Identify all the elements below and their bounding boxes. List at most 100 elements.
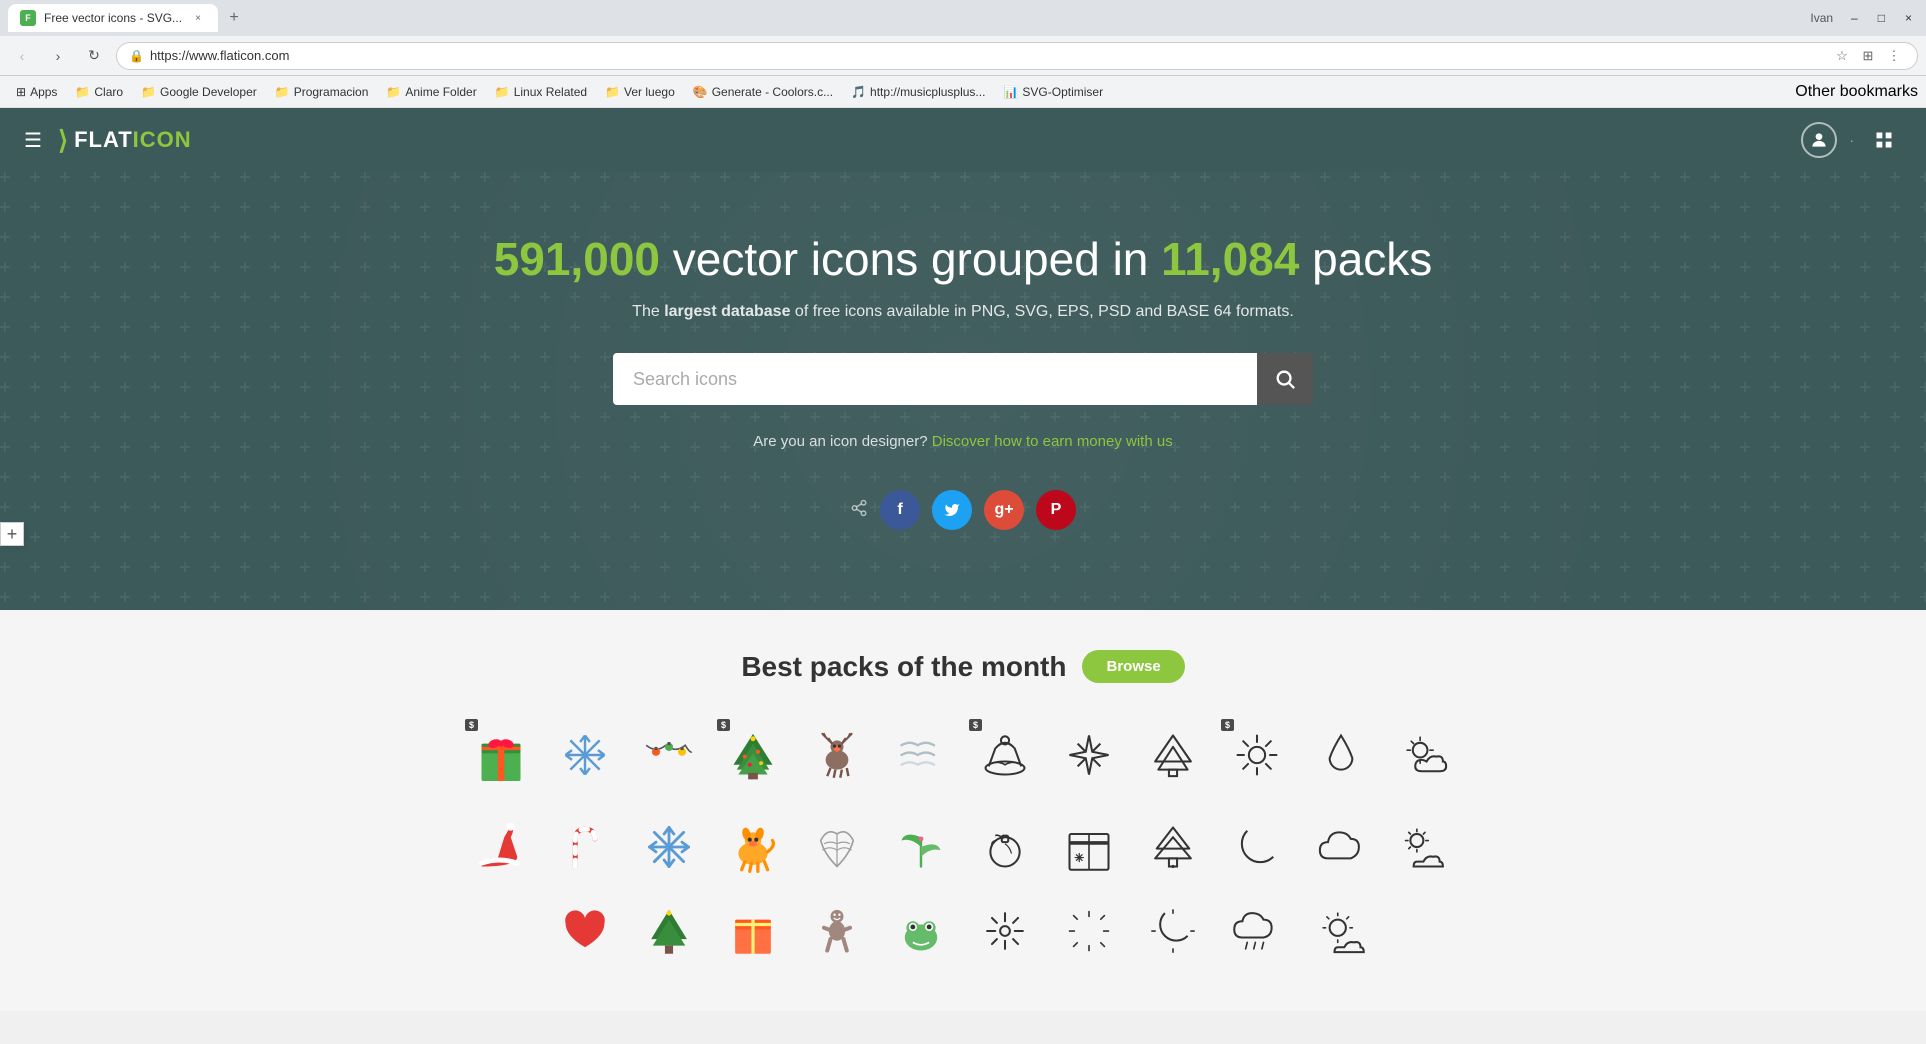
search-form (613, 353, 1313, 405)
icon-cell-lights[interactable] (629, 715, 709, 795)
icon-cell-sun-cloud[interactable] (1385, 807, 1465, 887)
icon-cell-present-flat[interactable] (713, 891, 793, 971)
icon-cell-candy-cane[interactable] (545, 807, 625, 887)
programacion-bookmark-icon: 📁 (275, 85, 290, 99)
browser-tab[interactable]: F Free vector icons - SVG... × (8, 4, 218, 32)
back-button[interactable]: ‹ (8, 42, 36, 70)
bookmark-apps[interactable]: ⊞ Apps (8, 82, 65, 102)
other-bookmarks[interactable]: Other bookmarks (1795, 83, 1918, 101)
bookmark-coolors[interactable]: 🎨 Generate - Coolors.c... (685, 82, 841, 102)
twitter-button[interactable] (932, 490, 972, 530)
bookmark-anime[interactable]: 📁 Anime Folder (378, 82, 484, 102)
bookmark-star-icon[interactable]: ☆ (1831, 45, 1853, 67)
icon-cell-reindeer[interactable] (797, 715, 877, 795)
nav-bar: ‹ › ↻ 🔒 https://www.flaticon.com ☆ ⊞ ⋮ (0, 36, 1926, 76)
coolors-bookmark-icon: 🎨 (693, 85, 708, 99)
float-add-button[interactable]: + (0, 522, 24, 546)
icon-count: 591,000 (494, 233, 660, 285)
icon-cell-snowflake[interactable] (545, 715, 625, 795)
icon-cell-partly-cloudy[interactable] (1385, 715, 1465, 795)
icon-cell-moon[interactable] (1217, 807, 1297, 887)
designer-link[interactable]: Discover how to earn money with us (932, 433, 1173, 450)
icon-cell-dog[interactable] (713, 807, 793, 887)
icon-grid: $ (313, 715, 1613, 799)
icon-cell-feather[interactable] (797, 807, 877, 887)
forward-button[interactable]: › (44, 42, 72, 70)
bookmark-claro-label: Claro (94, 85, 123, 99)
svg-optimiser-bookmark-icon: 📊 (1003, 85, 1018, 99)
icon-cell-pine[interactable] (1133, 715, 1213, 795)
icon-cell-frog[interactable] (881, 891, 961, 971)
icon-cell-cloud[interactable] (1301, 807, 1381, 887)
site-logo[interactable]: ⟩ FLATICON (58, 125, 192, 156)
icon-cell-sparkle[interactable] (965, 891, 1045, 971)
search-button[interactable] (1257, 353, 1313, 405)
icon-cell-crescent[interactable] (1133, 891, 1213, 971)
website: ☰ ⟩ FLATICON · (0, 108, 1926, 1011)
minimize-button[interactable]: – (1845, 9, 1864, 27)
icon-cell-gift[interactable]: $ (461, 715, 541, 795)
icon-cell-drop[interactable] (1301, 715, 1381, 795)
browse-button[interactable]: Browse (1082, 650, 1184, 683)
icon-cell-tree[interactable]: $ (713, 715, 793, 795)
extensions-icon[interactable]: ⊞ (1857, 45, 1879, 67)
icon-cell-snowflake-blue[interactable] (629, 807, 709, 887)
hero-title-text1: vector icons grouped in (660, 233, 1161, 285)
bookmark-musicplus[interactable]: 🎵 http://musicplusplus... (843, 82, 993, 102)
icon-cell-snow-hat[interactable]: $ (965, 715, 1045, 795)
menu-icon[interactable]: ⋮ (1883, 45, 1905, 67)
new-tab-button[interactable]: + (222, 6, 246, 30)
icon-cell-plant[interactable] (881, 807, 961, 887)
pack-badge-4: $ (1221, 719, 1234, 731)
icon-cell-ornament[interactable] (965, 807, 1045, 887)
icon-pack-row-3: $ (1217, 715, 1465, 795)
address-actions: ☆ ⊞ ⋮ (1831, 45, 1905, 67)
facebook-button[interactable]: f (880, 490, 920, 530)
icon-grid-row3 (313, 891, 1613, 971)
header-right: · (1801, 122, 1902, 158)
icon-cell-cloud-rain[interactable] (1217, 891, 1297, 971)
icon-cell-sun[interactable]: $ (1217, 715, 1297, 795)
secure-icon: 🔒 (129, 49, 144, 63)
icon-cell-tree-flat[interactable] (629, 891, 709, 971)
bookmark-linux[interactable]: 📁 Linux Related (487, 82, 595, 102)
icon-cell-santa-hat[interactable] (461, 807, 541, 887)
bookmark-musicplus-label: http://musicplusplus... (870, 85, 985, 99)
bookmark-programacion[interactable]: 📁 Programacion (267, 82, 377, 102)
search-input[interactable] (613, 353, 1257, 405)
icon-cell-heart[interactable] (545, 891, 625, 971)
icon-cell-pine-outline[interactable] (1133, 807, 1213, 887)
tab-close-icon[interactable]: × (190, 10, 206, 26)
bookmark-ver-luego[interactable]: 📁 Ver luego (597, 82, 683, 102)
hero-section: 591,000 vector icons grouped in 11,084 p… (0, 172, 1926, 610)
icon-cell-gift-outline[interactable] (1049, 807, 1129, 887)
bookmark-svg-optimiser-label: SVG-Optimiser (1022, 85, 1103, 99)
maximize-button[interactable]: □ (1872, 9, 1891, 27)
user-account-button[interactable] (1801, 122, 1837, 158)
icon-cell-gingerbread[interactable] (797, 891, 877, 971)
window-controls: Ivan – □ × (1810, 9, 1918, 27)
hamburger-menu-button[interactable]: ☰ (24, 128, 42, 153)
anime-bookmark-icon: 📁 (386, 85, 401, 99)
grid-view-button[interactable] (1866, 122, 1902, 158)
other-bookmarks-label: Other bookmarks (1795, 83, 1918, 100)
pinterest-button[interactable]: P (1036, 490, 1076, 530)
close-button[interactable]: × (1899, 9, 1918, 27)
icon-cell-star-outline[interactable] (1049, 891, 1129, 971)
social-bar: f g+ P (20, 490, 1906, 530)
icon-cell-sun-outline[interactable] (1301, 891, 1381, 971)
bookmark-google-dev[interactable]: 📁 Google Developer (133, 82, 265, 102)
hero-title-text2: packs (1299, 233, 1432, 285)
site-header: ☰ ⟩ FLATICON · (0, 108, 1926, 172)
bookmark-svg-optimiser[interactable]: 📊 SVG-Optimiser (995, 82, 1111, 102)
icon-cell-star[interactable] (1049, 715, 1129, 795)
google-plus-button[interactable]: g+ (984, 490, 1024, 530)
address-bar[interactable]: 🔒 https://www.flaticon.com ☆ ⊞ ⋮ (116, 42, 1918, 70)
musicplus-bookmark-icon: 🎵 (851, 85, 866, 99)
section-header: Best packs of the month Browse (20, 650, 1906, 683)
pack-badge-2: $ (717, 719, 730, 731)
bookmark-linux-label: Linux Related (514, 85, 587, 99)
icon-cell-wind[interactable] (881, 715, 961, 795)
bookmark-claro[interactable]: 📁 Claro (67, 82, 131, 102)
refresh-button[interactable]: ↻ (80, 42, 108, 70)
